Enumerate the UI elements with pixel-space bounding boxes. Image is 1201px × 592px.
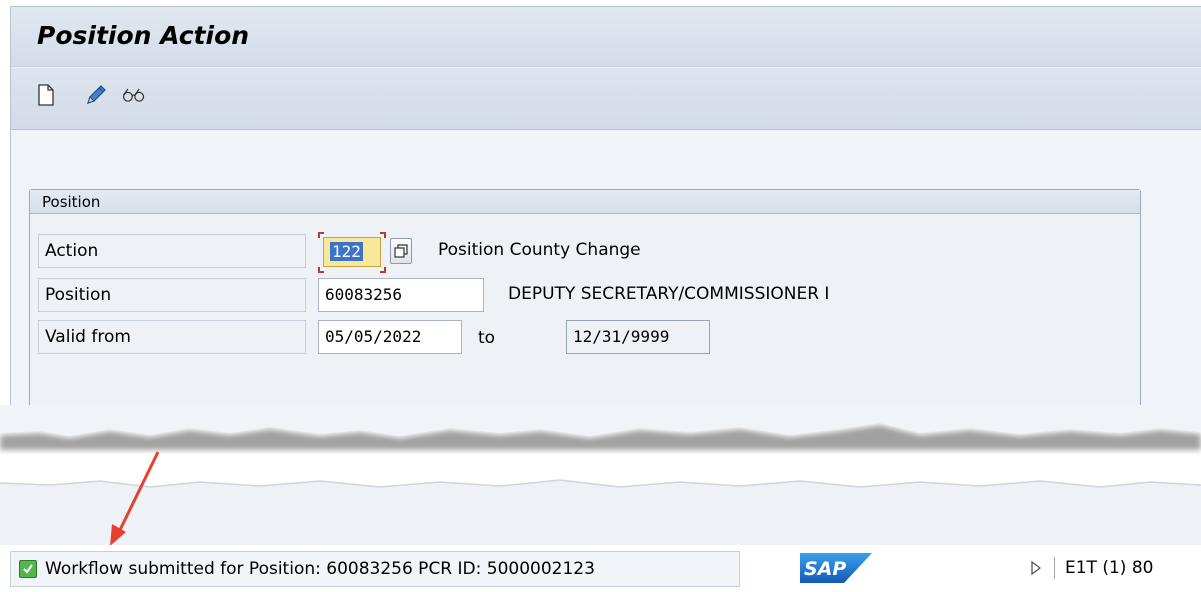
- status-bar: Workflow submitted for Position: 6008325…: [0, 545, 1201, 592]
- system-info: E1T (1) 80: [1030, 557, 1153, 579]
- create-button[interactable]: [33, 82, 59, 108]
- torn-edge-decoration: [0, 405, 1201, 515]
- valid-from-input[interactable]: 05/05/2022: [318, 320, 462, 354]
- action-input[interactable]: 122: [323, 237, 381, 267]
- page-title: Position Action: [37, 21, 250, 50]
- position-description: DEPUTY SECRETARY/COMMISSIONER I: [508, 284, 830, 304]
- valid-to-field: 12/31/9999: [566, 320, 710, 354]
- display-button[interactable]: [121, 82, 147, 108]
- title-bar: Position Action: [11, 7, 1201, 67]
- display-glasses-icon: [122, 88, 145, 102]
- red-arrow-annotation: [110, 451, 160, 546]
- focus-corner-tr: [380, 232, 386, 238]
- new-document-icon: [38, 84, 54, 106]
- sap-logo: SAP: [800, 553, 872, 583]
- system-info-text: E1T (1) 80: [1065, 558, 1154, 578]
- expand-triangle-icon[interactable]: [1030, 560, 1042, 576]
- success-check-icon: [19, 560, 37, 578]
- focus-corner-tl: [318, 232, 324, 238]
- edit-pencil-icon: [87, 85, 106, 104]
- focus-corner-bl: [318, 267, 324, 273]
- group-header: Position: [30, 190, 1140, 214]
- change-button[interactable]: [83, 82, 109, 108]
- status-message[interactable]: Workflow submitted for Position: 6008325…: [10, 551, 740, 587]
- action-value: 122: [330, 242, 363, 261]
- copy-window-icon: [394, 244, 408, 258]
- svg-text:SAP: SAP: [804, 558, 846, 580]
- action-value-help-button[interactable]: [390, 238, 412, 264]
- valid-from-label: Valid from: [38, 320, 306, 354]
- focus-corner-br: [380, 267, 386, 273]
- action-label: Action: [38, 234, 306, 268]
- status-message-text: Workflow submitted for Position: 6008325…: [45, 559, 595, 579]
- position-label: Position: [38, 278, 306, 312]
- application-toolbar: [11, 68, 1201, 130]
- to-label: to: [478, 328, 496, 348]
- action-description: Position County Change: [438, 240, 641, 260]
- lower-window-area: [0, 515, 1201, 545]
- position-input[interactable]: 60083256: [318, 278, 484, 312]
- position-group-box: Position Action 122 Position County Chan…: [29, 189, 1141, 423]
- separator: [1054, 557, 1055, 579]
- sap-window: Position Action Position Action 122 Posi…: [10, 6, 1201, 423]
